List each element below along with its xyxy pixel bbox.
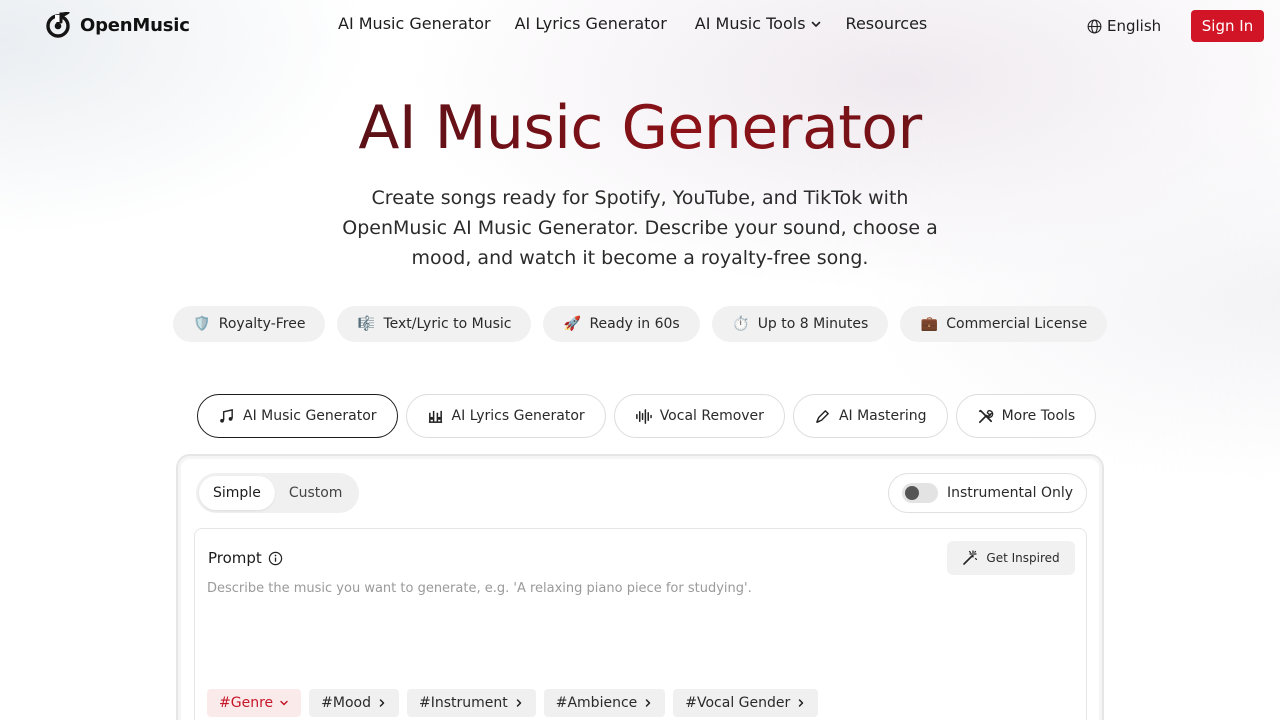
site-header: OpenMusic AI Music Generator AI Lyrics G… <box>0 0 1280 52</box>
openmusic-logo-icon <box>46 12 70 38</box>
tag-mood[interactable]: #Mood <box>309 689 399 717</box>
music-score-icon: 🎼 <box>357 316 376 332</box>
globe-icon <box>1087 19 1102 33</box>
feature-commercial-license: 💼 Commercial License <box>900 306 1108 342</box>
tab-label: AI Lyrics Generator <box>451 408 585 424</box>
tag-label: #Ambience <box>555 695 638 711</box>
generator-card: Simple Custom Instrumental Only Prompt G… <box>176 454 1104 720</box>
magic-wand-icon <box>963 550 978 565</box>
tag-ambience[interactable]: #Ambience <box>543 689 666 717</box>
feature-text-to-music: 🎼 Text/Lyric to Music <box>337 306 532 342</box>
logo[interactable]: OpenMusic <box>46 12 190 38</box>
brand-name: OpenMusic <box>80 14 190 36</box>
nav-ai-music-tools-label: AI Music Tools <box>694 14 806 33</box>
feature-label: Up to 8 Minutes <box>757 316 869 332</box>
tab-more-tools[interactable]: More Tools <box>955 394 1097 438</box>
tag-genre[interactable]: #Genre <box>207 689 302 717</box>
chevron-right-icon <box>646 699 651 707</box>
tag-label: #Mood <box>321 695 371 711</box>
feature-label: Ready in 60s <box>589 316 680 332</box>
prompt-box: Prompt Get Inspired #Genre #Mood <box>194 528 1087 720</box>
feature-list: 🛡️ Royalty-Free 🎼 Text/Lyric to Music 🚀 … <box>0 306 1280 342</box>
chevron-down-icon <box>280 700 288 706</box>
hero-subtitle: Create songs ready for Spotify, YouTube,… <box>342 187 938 269</box>
tag-label: #Instrument <box>418 695 508 711</box>
rocket-icon: 🚀 <box>563 316 582 332</box>
nav-ai-music-generator[interactable]: AI Music Generator <box>338 14 491 33</box>
tools-icon <box>978 409 993 423</box>
feature-ready-60s: 🚀 Ready in 60s <box>543 306 700 342</box>
language-label: English <box>1107 17 1162 35</box>
toggle-switch[interactable] <box>902 483 938 503</box>
tab-label: AI Mastering <box>838 408 927 424</box>
waveform-icon <box>635 408 652 424</box>
feature-8-minutes: ⏱️ Up to 8 Minutes <box>711 306 889 342</box>
sign-in-button[interactable]: Sign In <box>1191 10 1264 42</box>
mode-simple[interactable]: Simple <box>199 476 275 510</box>
stopwatch-icon: ⏱️ <box>731 316 750 332</box>
mode-custom[interactable]: Custom <box>275 476 357 510</box>
feature-royalty-free: 🛡️ Royalty-Free <box>172 306 326 342</box>
tab-vocal-remover[interactable]: Vocal Remover <box>613 394 785 438</box>
tab-label: More Tools <box>1001 408 1076 424</box>
tab-ai-lyrics-generator[interactable]: AI Lyrics Generator <box>405 394 606 438</box>
feature-label: Text/Lyric to Music <box>383 316 512 332</box>
get-inspired-button[interactable]: Get Inspired <box>947 541 1075 575</box>
tag-label: #Vocal Gender <box>685 695 791 711</box>
prompt-input[interactable] <box>207 581 1067 681</box>
tag-list: #Genre #Mood #Instrument #Ambience #Voca… <box>207 689 819 717</box>
info-icon[interactable] <box>268 551 283 566</box>
chevron-down-icon <box>811 21 820 27</box>
tab-label: AI Music Generator <box>243 408 377 424</box>
instrumental-only-toggle[interactable]: Instrumental Only <box>888 473 1087 513</box>
tool-tabs: AI Music Generator AI Lyrics Generator V… <box>197 394 1097 438</box>
prompt-label-text: Prompt <box>208 549 262 567</box>
nav-resources[interactable]: Resources <box>846 14 928 33</box>
nav-ai-lyrics-generator[interactable]: AI Lyrics Generator <box>515 14 667 33</box>
tab-label: Vocal Remover <box>659 408 764 424</box>
language-selector[interactable]: English <box>1087 17 1161 35</box>
tag-label: #Genre <box>219 695 274 711</box>
page-title: AI Music Generator <box>0 92 1280 164</box>
feature-label: Commercial License <box>946 316 1088 332</box>
prompt-label: Prompt <box>208 549 283 567</box>
shield-icon: 🛡️ <box>193 316 211 332</box>
tab-ai-mastering[interactable]: AI Mastering <box>792 394 948 438</box>
chevron-right-icon <box>379 699 385 707</box>
lyrics-icon <box>428 410 442 423</box>
instrumental-only-label: Instrumental Only <box>947 485 1074 501</box>
main-nav: AI Music Generator AI Lyrics Generator A… <box>338 14 951 33</box>
tag-vocal-gender[interactable]: #Vocal Gender <box>673 689 819 717</box>
get-inspired-label: Get Inspired <box>986 551 1060 565</box>
chevron-right-icon <box>516 699 521 707</box>
tag-instrument[interactable]: #Instrument <box>406 689 536 717</box>
mode-switch: Simple Custom <box>196 473 360 513</box>
nav-ai-music-tools[interactable]: AI Music Tools <box>695 14 822 33</box>
feature-label: Royalty-Free <box>218 316 306 332</box>
pen-icon <box>816 409 829 423</box>
chevron-right-icon <box>799 699 804 707</box>
tab-ai-music-generator[interactable]: AI Music Generator <box>197 394 398 438</box>
briefcase-icon: 💼 <box>920 316 938 332</box>
music-notes-icon <box>220 408 233 423</box>
